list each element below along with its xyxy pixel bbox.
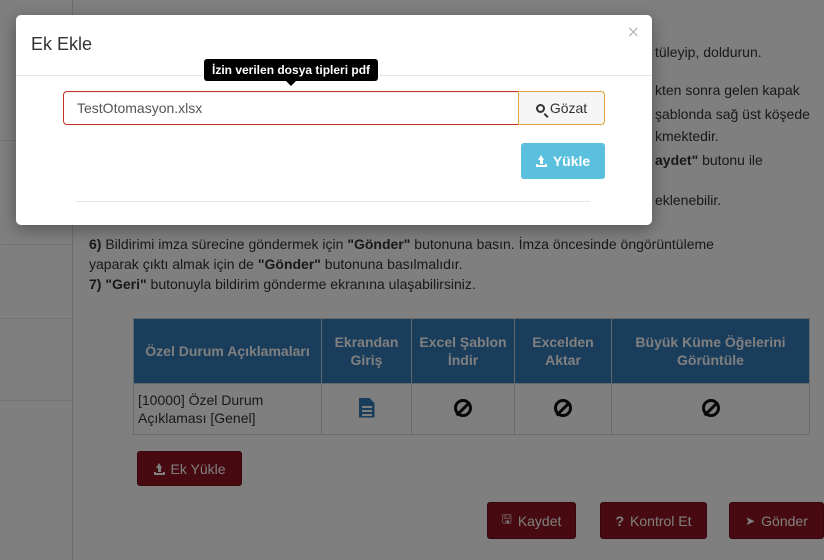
file-name-input[interactable]: TestOtomasyon.xlsx xyxy=(63,91,519,125)
ek-ekle-modal: Ek Ekle × İzin verilen dosya tipleri pdf… xyxy=(16,15,652,225)
browse-button[interactable]: Gözat xyxy=(518,91,605,125)
upload-icon xyxy=(535,155,547,167)
upload-button[interactable]: Yükle xyxy=(521,143,605,179)
close-icon[interactable]: × xyxy=(627,22,640,41)
modal-title: Ek Ekle xyxy=(31,34,93,54)
search-icon xyxy=(535,103,545,113)
file-type-tooltip: İzin verilen dosya tipleri pdf xyxy=(204,59,379,86)
modal-divider xyxy=(76,201,590,202)
